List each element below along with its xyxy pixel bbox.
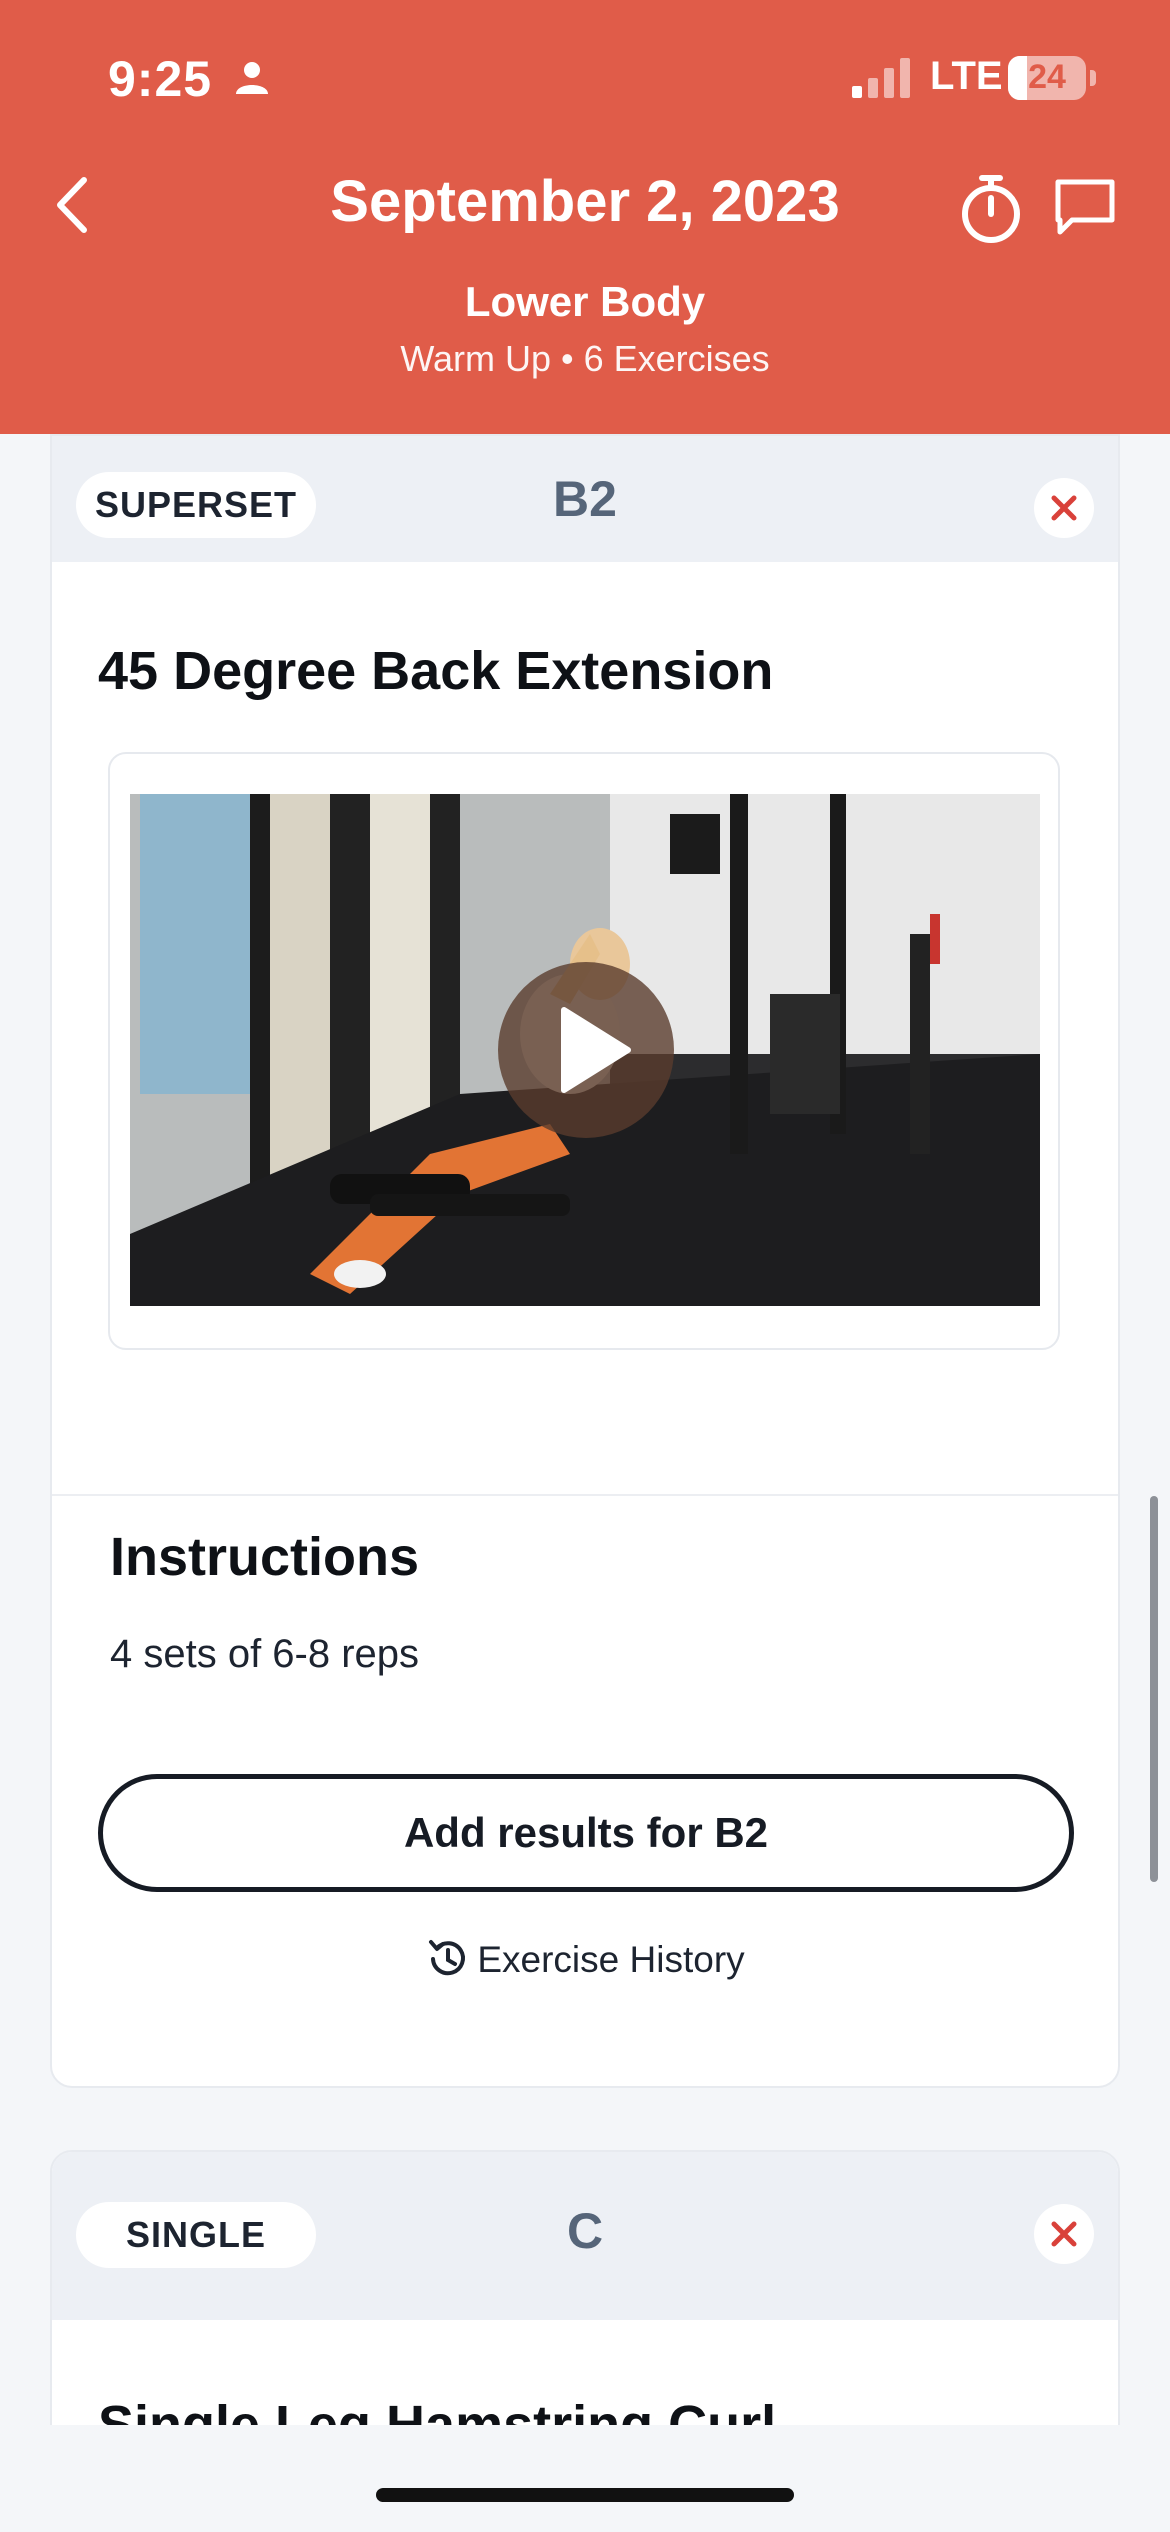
person-icon: [236, 62, 268, 94]
signal-strength-icon: [852, 58, 910, 98]
close-icon: [1051, 495, 1077, 521]
exercise-title: 45 Degree Back Extension: [98, 641, 774, 701]
section-divider: [52, 1494, 1118, 1496]
app-header: 9:25 LTE 24 September 2, 2023 Lower Body…: [0, 0, 1170, 434]
exercise-history-link[interactable]: Exercise History: [52, 1936, 1118, 1996]
status-bar: 9:25 LTE 24: [0, 0, 1170, 160]
card-header: SUPERSET B2: [52, 436, 1118, 562]
play-icon: [561, 1007, 631, 1093]
status-time: 9:25: [108, 51, 213, 107]
video-container: [108, 752, 1060, 1350]
battery-icon: 24: [1008, 56, 1086, 100]
stopwatch-icon[interactable]: [956, 172, 1026, 246]
exercise-card-b2: SUPERSET B2 45 Degree Back Extension Ins…: [50, 434, 1120, 2088]
exercise-video[interactable]: [130, 794, 1040, 1306]
scrollbar[interactable]: [1150, 1496, 1158, 1882]
chat-bubble-icon[interactable]: [1052, 174, 1118, 240]
exercise-history-label: Exercise History: [477, 1939, 745, 1980]
home-indicator[interactable]: [376, 2488, 794, 2502]
bottom-safe-area: [0, 2425, 1170, 2532]
exercise-code: C: [566, 2203, 604, 2259]
battery-percentage: 24: [1028, 58, 1066, 96]
add-results-button[interactable]: Add results for B2: [98, 1774, 1074, 1892]
instructions-text: 4 sets of 6-8 reps: [110, 1632, 420, 1676]
network-type: LTE: [930, 54, 1003, 98]
remove-exercise-button[interactable]: [1034, 2204, 1094, 2264]
history-icon: [429, 1940, 466, 1976]
close-icon: [1051, 2221, 1077, 2247]
remove-exercise-button[interactable]: [1034, 478, 1094, 538]
workout-name: Lower Body: [464, 278, 706, 325]
exercise-code: B2: [553, 471, 617, 527]
instructions-heading: Instructions: [110, 1527, 420, 1587]
card-header: SINGLE C: [52, 2152, 1118, 2320]
play-button[interactable]: [498, 962, 674, 1138]
battery-tip: [1090, 70, 1096, 86]
workout-meta: Warm Up • 6 Exercises: [400, 338, 770, 379]
